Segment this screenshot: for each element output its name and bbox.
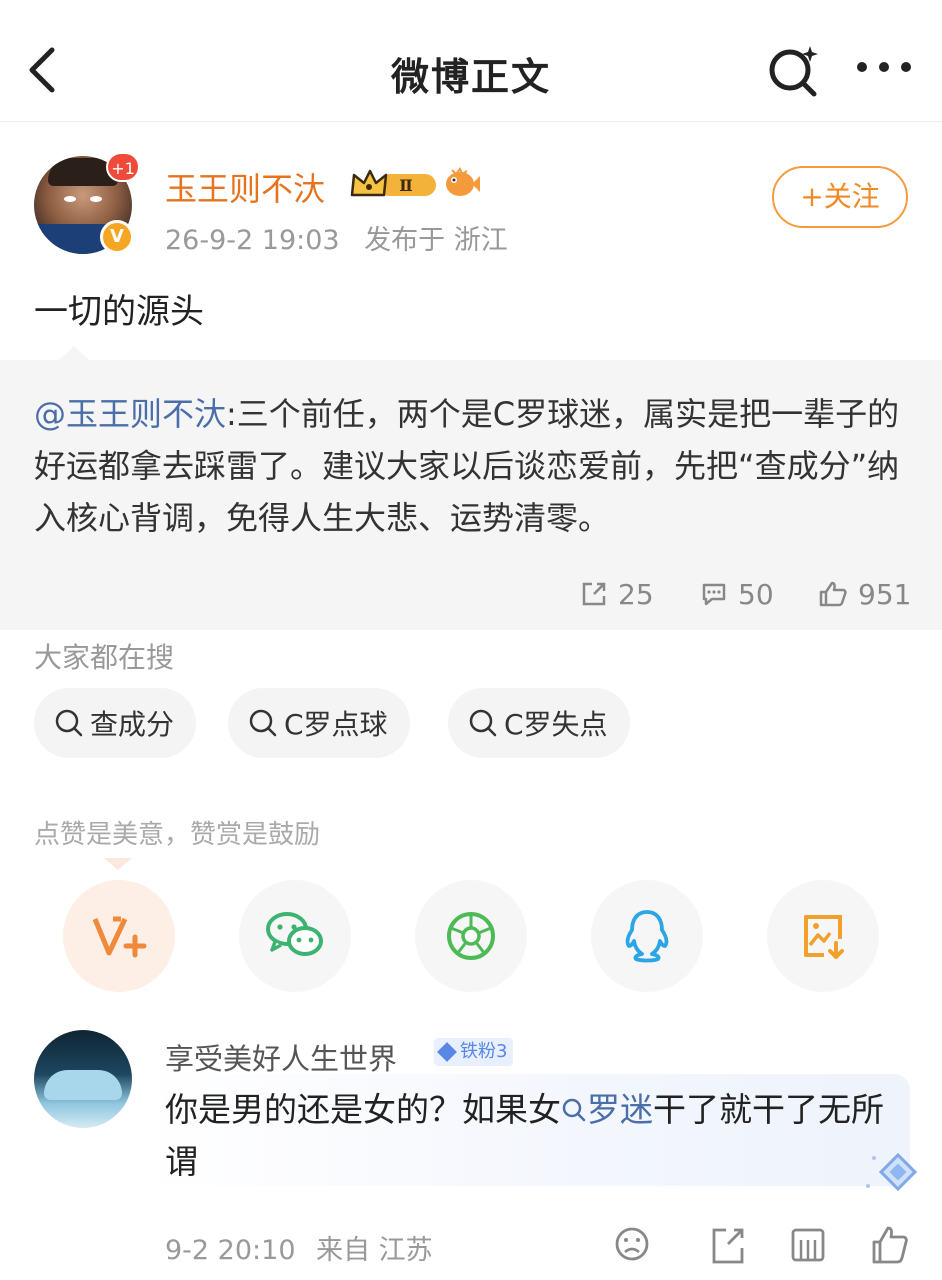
like-icon [819, 581, 847, 607]
comment-reply-button[interactable] [788, 1222, 828, 1266]
author-name[interactable]: 玉王则不汏 [165, 164, 325, 210]
member-crown-icon[interactable]: Ⅱ [348, 167, 440, 201]
quote-comment-button[interactable]: 50 [700, 574, 774, 614]
diamond-icon [437, 1042, 457, 1062]
wechat-icon [266, 912, 323, 956]
save-image-icon [804, 915, 844, 959]
quote-like-button[interactable]: 951 [818, 574, 911, 614]
post-location: 发布于 浙江 [364, 225, 508, 256]
moments-icon [447, 912, 495, 960]
comment-meta: 9-2 20:10 来自 江苏 [165, 1228, 445, 1267]
sad-face-icon [615, 1227, 649, 1261]
search-icon [469, 709, 497, 737]
search-chip[interactable]: 查成分 [34, 688, 197, 758]
quoted-post-text[interactable]: @玉王则不汏:三个前任，两个是C罗球迷，属实是把一辈子的好运都拿去踩雷了。建议大… [34, 388, 914, 544]
post-meta: 26-9-2 19:03 发布于 浙江 [165, 218, 524, 257]
reward-pointer [104, 858, 132, 870]
search-chip[interactable]: C罗失点 [448, 688, 630, 758]
search-icon [562, 1098, 586, 1122]
post-time: 26-9-2 19:03 [165, 225, 340, 256]
verified-badge: V [100, 220, 134, 254]
search-chip-label: C罗点球 [284, 708, 388, 741]
more-options-icon[interactable] [852, 52, 916, 82]
post-text: 一切的源头 [34, 292, 204, 332]
search-icon[interactable] [764, 42, 824, 98]
reward-button[interactable] [63, 880, 175, 992]
notification-badge: +1 [106, 152, 140, 182]
commenter-avatar[interactable] [34, 1030, 132, 1128]
quoted-mention-link[interactable]: @玉王则不汏 [34, 395, 226, 433]
comment-location: 来自 江苏 [316, 1235, 433, 1266]
emoji-reaction-button[interactable] [612, 1222, 652, 1266]
search-chip-label: 查成分 [90, 708, 175, 741]
v-plus-reward-icon [92, 916, 147, 958]
search-chip-label: C罗失点 [504, 708, 608, 741]
qq-icon [625, 910, 669, 963]
share-moments-button[interactable] [415, 880, 527, 992]
author-avatar[interactable]: +1 V [34, 152, 140, 256]
trending-search-title: 大家都在搜 [34, 641, 175, 674]
search-icon [55, 709, 83, 737]
comment-icon [702, 583, 726, 606]
follow-button[interactable]: +关注 [772, 166, 908, 228]
like-count: 951 [858, 577, 912, 611]
repost-count: 25 [618, 577, 654, 611]
comment-count: 50 [738, 577, 774, 611]
sparkle-diamond-icon [862, 1150, 922, 1196]
like-icon [872, 1226, 908, 1264]
search-chip[interactable]: C罗点球 [228, 688, 410, 758]
save-image-button[interactable] [767, 880, 879, 992]
search-icon [249, 709, 277, 737]
fan-fish-icon [442, 166, 480, 200]
reward-title: 点赞是美意，赞赏是鼓励 [34, 820, 321, 850]
comment-repost-button[interactable] [708, 1222, 748, 1266]
comment-icon [791, 1228, 825, 1262]
topic-link[interactable]: 罗迷 [561, 1090, 653, 1129]
comment-time: 9-2 20:10 [165, 1235, 296, 1266]
comment-text-part: 你是男的还是女的？如果女 [165, 1090, 561, 1129]
comment-text[interactable]: 你是男的还是女的？如果女 罗迷干了就干了无所谓 [165, 1084, 885, 1188]
repost-icon [582, 582, 606, 606]
quote-pointer [58, 346, 90, 361]
topic-label: 罗迷 [587, 1090, 653, 1129]
commenter-name[interactable]: 享受美好人生世界 [165, 1036, 397, 1078]
share-qq-button[interactable] [591, 880, 703, 992]
level-badge-text: Ⅱ [399, 176, 412, 195]
share-wechat-button[interactable] [239, 880, 351, 992]
comment-like-button[interactable] [870, 1222, 910, 1266]
repost-icon [712, 1228, 744, 1264]
quote-repost-button[interactable]: 25 [580, 574, 654, 614]
top-nav-bar: 微博正文 [0, 0, 942, 122]
fan-level-label: 铁粉3 [460, 1041, 508, 1062]
fan-level-badge[interactable]: 铁粉3 [434, 1038, 514, 1066]
